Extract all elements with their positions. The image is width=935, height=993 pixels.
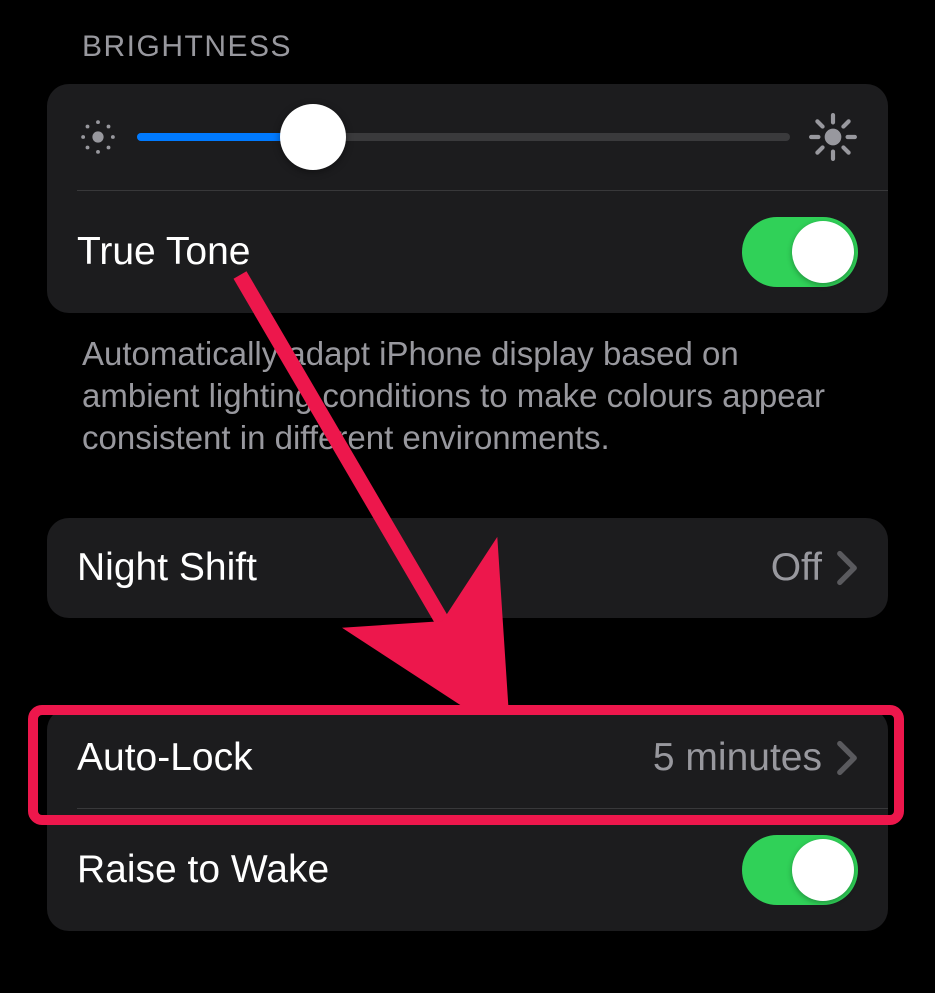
true-tone-toggle[interactable] bbox=[742, 217, 858, 287]
auto-lock-value: 5 minutes bbox=[653, 736, 822, 780]
night-shift-row[interactable]: Night Shift Off bbox=[47, 518, 888, 618]
night-shift-label: Night Shift bbox=[77, 546, 257, 590]
auto-lock-label: Auto-Lock bbox=[77, 736, 253, 780]
brightness-panel: True Tone bbox=[47, 84, 888, 313]
toggle-knob bbox=[792, 839, 854, 901]
night-shift-value: Off bbox=[771, 546, 822, 590]
autolock-panel: Auto-Lock 5 minutes Raise to Wake bbox=[47, 708, 888, 931]
raise-to-wake-label: Raise to Wake bbox=[77, 848, 329, 892]
section-header-brightness: BRIGHTNESS bbox=[82, 30, 888, 64]
slider-thumb[interactable] bbox=[280, 104, 346, 170]
sun-bright-icon bbox=[808, 112, 858, 162]
toggle-knob bbox=[792, 221, 854, 283]
raise-to-wake-row[interactable]: Raise to Wake bbox=[47, 809, 888, 931]
true-tone-description: Automatically adapt iPhone display based… bbox=[47, 313, 888, 460]
raise-to-wake-toggle[interactable] bbox=[742, 835, 858, 905]
true-tone-row[interactable]: True Tone bbox=[47, 191, 888, 313]
brightness-slider[interactable] bbox=[137, 117, 790, 157]
true-tone-label: True Tone bbox=[77, 230, 250, 274]
chevron-right-icon bbox=[836, 550, 858, 586]
brightness-slider-row bbox=[47, 84, 888, 190]
night-shift-panel: Night Shift Off bbox=[47, 518, 888, 618]
sun-dim-icon bbox=[77, 116, 119, 158]
auto-lock-row[interactable]: Auto-Lock 5 minutes bbox=[47, 708, 888, 808]
chevron-right-icon bbox=[836, 740, 858, 776]
